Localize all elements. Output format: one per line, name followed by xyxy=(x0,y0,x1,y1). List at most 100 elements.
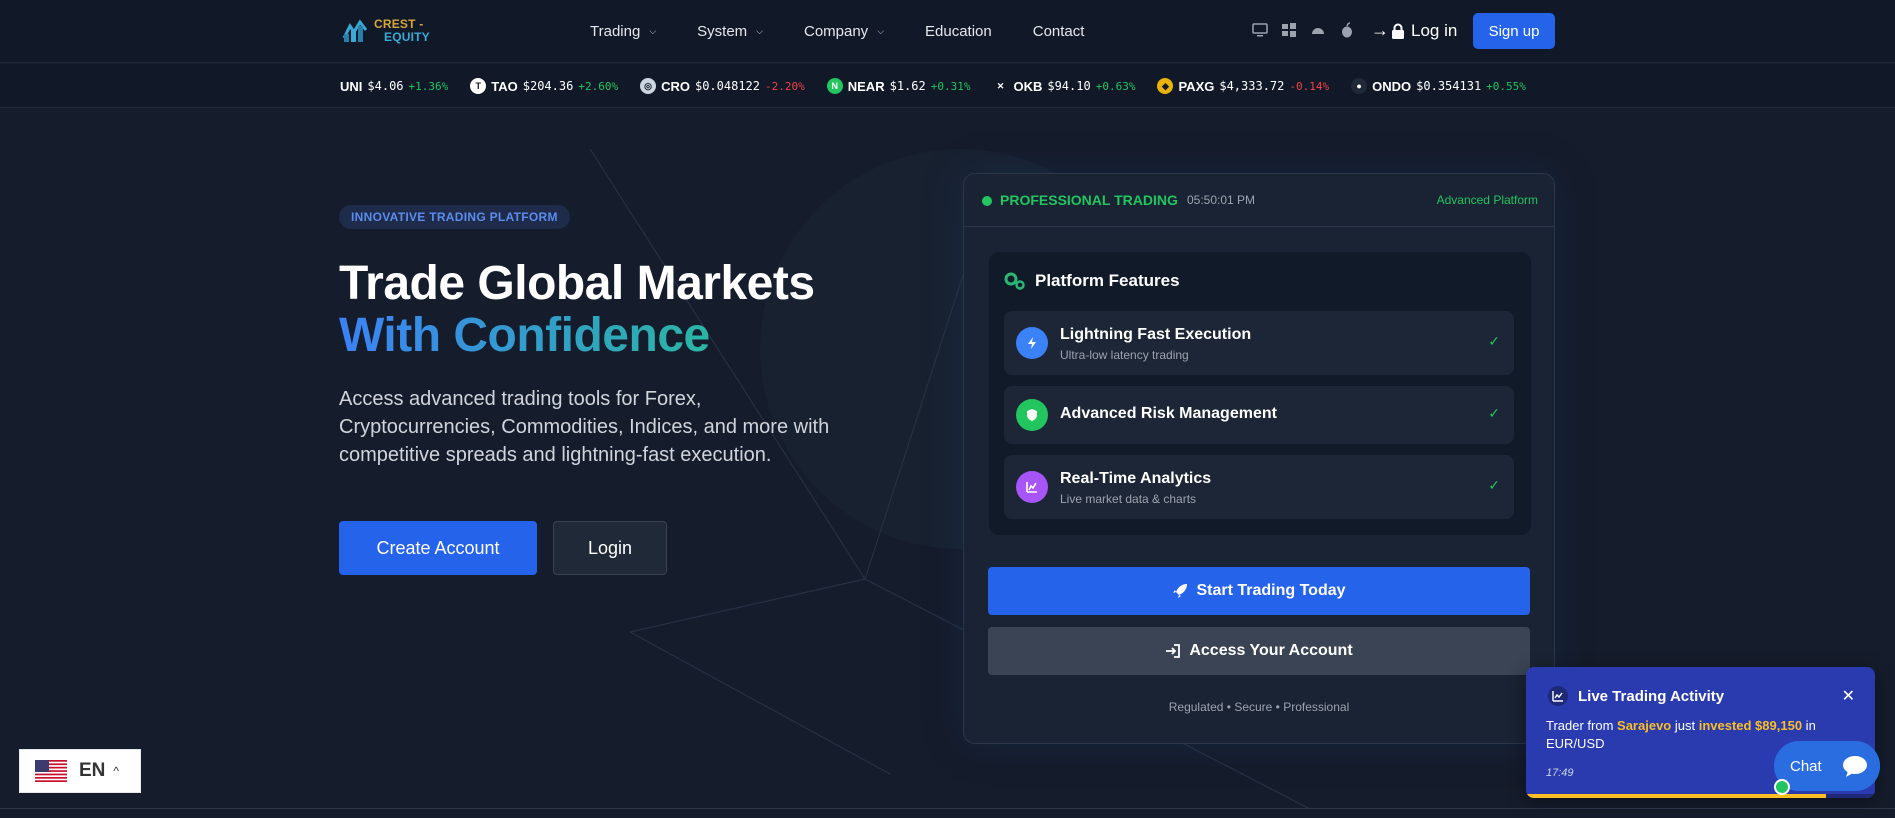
signup-button[interactable]: Sign up xyxy=(1473,13,1555,49)
nav-label: System xyxy=(697,23,748,40)
hero-description: Access advanced trading tools for Forex,… xyxy=(339,388,830,466)
section-divider xyxy=(0,808,1895,809)
create-account-button[interactable]: Create Account xyxy=(339,521,537,575)
close-icon[interactable]: ✕ xyxy=(1842,686,1855,706)
check-icon: ✓ xyxy=(1488,477,1500,493)
ticker-price: $4,333.72 xyxy=(1219,79,1285,93)
nav-label: Education xyxy=(925,23,992,40)
brand-logo[interactable]: CREST - EQUITY xyxy=(340,14,450,48)
trend-chart-icon xyxy=(1548,686,1568,706)
us-flag-icon xyxy=(35,760,67,782)
check-icon: ✓ xyxy=(1488,333,1500,349)
features-heading: Platform Features xyxy=(1003,271,1180,291)
coin-icon: T xyxy=(470,78,487,94)
ticker-item: T TAO $204.36 +2.60% xyxy=(470,78,618,94)
activity-city: Sarajevo xyxy=(1617,718,1672,733)
ticker-track: UNI $4.06 +1.36% T TAO $204.36 +2.60% ◎ CRO $0.04… xyxy=(340,64,1555,108)
regulation-note: Regulated • Secure • Professional xyxy=(1168,700,1350,714)
online-status-dot xyxy=(1774,779,1790,795)
desktop-icon[interactable] xyxy=(1252,22,1268,38)
platform-downloads xyxy=(1252,22,1355,38)
feature-subtitle: Live market data & charts xyxy=(1060,492,1197,506)
ticker-change: +1.36% xyxy=(408,79,449,93)
nav-item-trading[interactable]: Trading ⌵ xyxy=(590,23,656,40)
gears-icon xyxy=(1004,272,1025,290)
ticker-symbol: PAXG xyxy=(1178,78,1215,94)
logo-mark-icon xyxy=(342,19,368,42)
language-selector[interactable]: EN ^ xyxy=(19,749,141,793)
feature-name: Advanced Risk Management xyxy=(1060,405,1277,422)
chart-icon xyxy=(1016,471,1048,503)
start-trading-button[interactable]: Start Trading Today xyxy=(988,567,1530,615)
activity-amount: invested $89,150 xyxy=(1698,718,1803,733)
brand-line2: EQUITY xyxy=(384,30,430,44)
site-header: CREST - EQUITY Trading ⌵ System ⌵ Company ⌵… xyxy=(0,0,1895,63)
chevron-down-icon: ⌵ xyxy=(756,26,763,36)
ticker-change: +0.55% xyxy=(1486,79,1526,93)
ticker-change: +2.60% xyxy=(578,79,619,93)
feature-item: Real-Time Analytics Live market data & c… xyxy=(1004,455,1514,519)
activity-title: Live Trading Activity xyxy=(1578,688,1725,705)
ticker-symbol: OKB xyxy=(1013,78,1043,94)
rocket-icon xyxy=(1173,584,1188,598)
login-arrow-icon: → xyxy=(1371,20,1389,40)
language-code: EN xyxy=(79,760,106,781)
lock-icon xyxy=(1392,23,1404,39)
coin-icon: ✕ xyxy=(992,78,1009,94)
ticker-change: +0.63% xyxy=(1095,79,1136,93)
nav-item-company[interactable]: Company ⌵ xyxy=(804,23,884,40)
apple-icon[interactable] xyxy=(1339,22,1355,38)
chat-bubble-icon xyxy=(1830,741,1880,791)
coin-icon: ● xyxy=(1351,78,1368,94)
header-login-link[interactable]: → Log in xyxy=(1371,20,1457,41)
android-icon[interactable] xyxy=(1310,22,1326,38)
feature-item: Advanced Risk Management ✓ xyxy=(1004,386,1514,444)
windows-icon[interactable] xyxy=(1281,22,1297,38)
nav-item-system[interactable]: System ⌵ xyxy=(697,23,763,40)
ticker-item: ◎ CRO $0.048122 -2.20% xyxy=(640,78,805,94)
ticker-symbol: ONDO xyxy=(1372,78,1412,94)
brand-name: CREST - EQUITY xyxy=(374,18,430,44)
chat-label: Chat xyxy=(1790,757,1822,775)
hero-badge: INNOVATIVE TRADING PLATFORM xyxy=(339,205,570,229)
ticker-price: $4.06 xyxy=(367,79,404,93)
chevron-up-icon: ^ xyxy=(113,764,120,778)
shield-icon xyxy=(1016,399,1048,431)
live-clock: 05:50:01 PM xyxy=(1187,193,1256,207)
coin-icon: N xyxy=(826,78,843,94)
ticker-item: UNI $4.06 +1.36% xyxy=(340,79,448,94)
ticker-price: $0.354131 xyxy=(1416,79,1482,93)
activity-time: 17:49 xyxy=(1546,767,1574,779)
ticker-item: ● ONDO $0.354131 +0.55% xyxy=(1351,78,1526,94)
ticker-symbol: TAO xyxy=(491,78,518,94)
ticker-symbol: NEAR xyxy=(847,78,885,94)
ticker-price: $1.62 xyxy=(889,79,926,93)
ticker-change: +0.31% xyxy=(930,79,971,93)
nav-label: Contact xyxy=(1032,23,1085,40)
card-header: PROFESSIONAL TRADING 05:50:01 PM Advance… xyxy=(964,174,1554,227)
hero-login-button[interactable]: Login xyxy=(553,521,667,575)
feature-subtitle: Ultra-low latency trading xyxy=(1060,348,1189,362)
activity-prefix: Trader from xyxy=(1546,718,1618,733)
access-account-button[interactable]: Access Your Account xyxy=(988,627,1530,675)
ticker-item: ◆ PAXG $4,333.72 -0.14% xyxy=(1157,78,1329,94)
coin-icon: ◆ xyxy=(1157,78,1174,94)
nav-item-contact[interactable]: Contact xyxy=(1033,23,1085,40)
ticker-symbol: UNI xyxy=(340,78,363,94)
feature-name: Lightning Fast Execution xyxy=(1060,326,1252,343)
ticker-item: N NEAR $1.62 +0.31% xyxy=(826,78,971,94)
access-account-label: Access Your Account xyxy=(1189,642,1353,659)
price-ticker: UNI $4.06 +1.36% T TAO $204.36 +2.60% ◎ CRO $0.04… xyxy=(0,64,1895,108)
ticker-price: $0.048122 xyxy=(694,79,760,93)
sign-in-icon xyxy=(1166,644,1181,658)
bolt-icon xyxy=(1016,327,1048,359)
ticker-price: $204.36 xyxy=(522,79,574,93)
chevron-down-icon: ⌵ xyxy=(877,26,885,36)
feature-name: Real-Time Analytics xyxy=(1060,470,1212,487)
ticker-price: $94.10 xyxy=(1047,79,1091,93)
nav-item-education[interactable]: Education xyxy=(925,23,992,40)
hero-title-highlight: With Confidence xyxy=(339,309,710,362)
hero-title: Trade Global Markets xyxy=(339,257,815,310)
chat-button[interactable]: Chat xyxy=(1774,741,1880,791)
ticker-change: -0.14% xyxy=(1289,79,1330,93)
